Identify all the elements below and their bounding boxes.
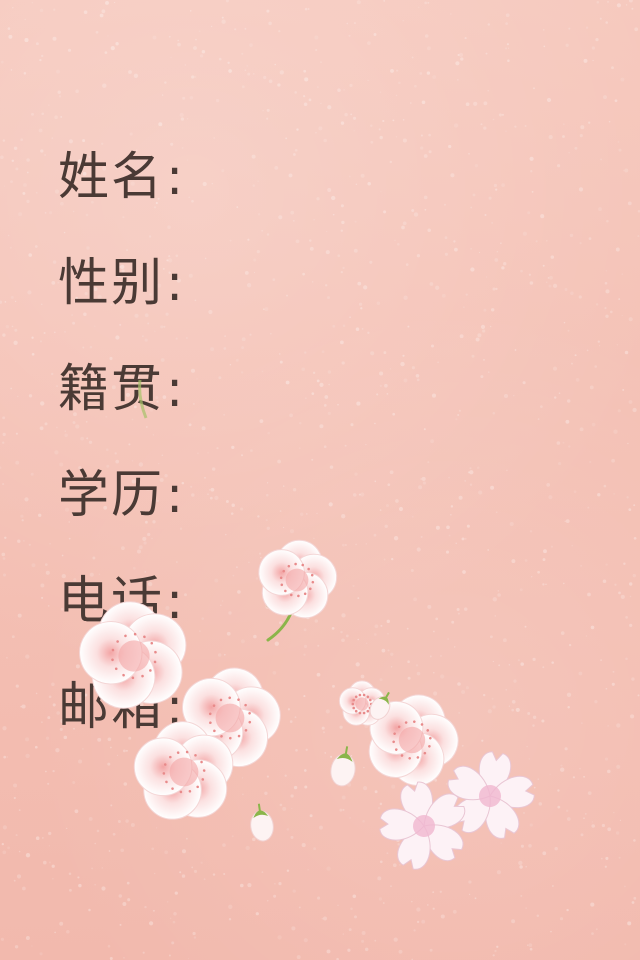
resume-card: 姓名: 性别: 籍贯: 学历: 电话: 邮箱:	[0, 0, 640, 960]
cherry-blossom-illustration	[79, 379, 535, 870]
flower-bud	[330, 746, 356, 787]
blossom	[258, 539, 338, 619]
blossom	[79, 601, 187, 709]
flower-bud	[250, 803, 274, 842]
